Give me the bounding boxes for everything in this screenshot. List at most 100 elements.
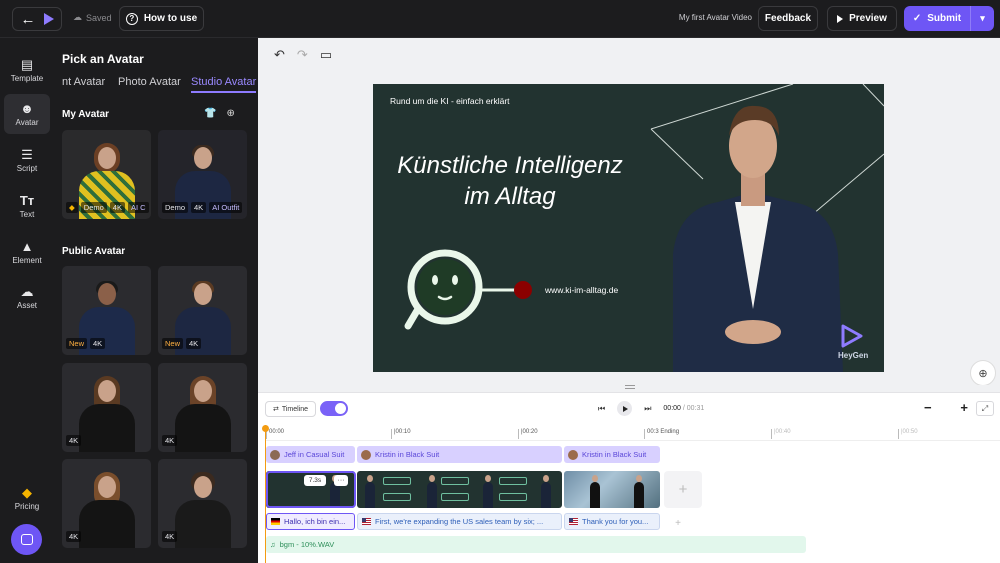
rail-item-script[interactable]: ☰ Script <box>4 140 50 180</box>
avatar-badges: 4K <box>162 435 178 446</box>
zoom-in-icon[interactable]: + <box>960 401 968 416</box>
slide-subtitle[interactable]: Rund um die KI - einfach erklärt <box>390 96 510 106</box>
rail-item-template[interactable]: ▤ Template <box>4 50 50 90</box>
avatar-card[interactable]: 4K <box>158 459 247 548</box>
how-to-use-button[interactable]: ? How to use <box>119 6 204 31</box>
avatar-figure <box>173 468 233 548</box>
script-track: Hallo, ich bin ein... First, we're expan… <box>266 513 660 530</box>
avatar-clip[interactable]: Kristin in Black Suit <box>564 446 660 463</box>
badge: 4K <box>66 531 82 542</box>
timeline-button[interactable]: ⇄ Timeline <box>265 401 316 417</box>
aspect-ratio-icon[interactable]: ▭ <box>320 47 332 63</box>
slide-url[interactable]: www.ki-im-alltag.de <box>545 285 618 295</box>
outfit-icon[interactable]: 👕 <box>204 108 216 119</box>
audio-clip[interactable]: ♫ bgm - 10%.WAV <box>266 536 806 553</box>
submit-dropdown-chevron-icon[interactable]: ▾ <box>970 6 994 31</box>
my-avatar-title: My Avatar <box>62 109 110 120</box>
time-ruler[interactable]: 00:00 |00:10 |00:20 00:3 Ending |00:40 |… <box>266 427 1000 441</box>
tab-photo-avatar[interactable]: Photo Avatar <box>118 76 181 88</box>
public-avatar-title: Public Avatar <box>62 246 126 257</box>
drag-handle-icon[interactable] <box>625 385 635 389</box>
resize-divider[interactable] <box>258 385 1000 392</box>
rail-item-asset[interactable]: ☁ Asset <box>4 277 50 317</box>
thumb-box <box>441 477 469 485</box>
heygen-watermark-text: HeyGen <box>838 351 869 360</box>
add-avatar-icon[interactable]: ⊕ <box>226 108 234 119</box>
diamond-icon: ◆ <box>66 202 78 213</box>
slide-heading-line1: Künstliche Intelligenz <box>397 152 623 179</box>
thumb-figure <box>541 475 551 508</box>
ki-logo-icon <box>404 249 532 330</box>
skip-back-icon[interactable]: ⏮ <box>598 404 605 414</box>
add-script-icon[interactable]: + <box>668 515 688 532</box>
avatar-card[interactable]: Demo 4K AI Outfit <box>158 130 247 219</box>
deco-line <box>812 153 884 215</box>
playhead[interactable] <box>262 425 269 563</box>
rail-item-element[interactable]: ▲ Element <box>4 232 50 272</box>
avatar-card[interactable]: New 4K <box>62 266 151 355</box>
timeline-toggle[interactable] <box>320 401 348 416</box>
presenter-figure <box>673 105 863 372</box>
audio-clip-label: bgm - 10%.WAV <box>279 540 335 549</box>
more-options-icon[interactable]: ··· <box>334 475 348 486</box>
rail-label: Pricing <box>14 501 40 511</box>
submit-button[interactable]: ✓ Submit ▾ <box>904 6 994 31</box>
avatar-card[interactable]: ◆ Demo 4K AI C <box>62 130 151 219</box>
expand-icon[interactable]: ⤢ <box>976 401 994 416</box>
video-slide[interactable]: Rund um die KI - einfach erklärt Künstli… <box>373 84 884 372</box>
rail-item-text[interactable]: Tт Text <box>4 186 50 226</box>
avatar-card[interactable]: New 4K <box>158 266 247 355</box>
rail-item-avatar[interactable]: ☻ Avatar <box>4 94 50 134</box>
preview-button[interactable]: Preview <box>827 6 897 31</box>
scene-thumbnail[interactable] <box>564 471 660 508</box>
canvas-area: ↶ ↷ ▭ Rund um die KI - einfach erklärt K… <box>258 38 1000 392</box>
zoom-in-icon[interactable]: ⊕ <box>970 360 996 386</box>
script-clip[interactable]: Thank you for you... <box>564 513 660 530</box>
feedback-button[interactable]: Feedback <box>758 6 818 31</box>
skip-forward-icon[interactable]: ⏭ <box>644 404 651 414</box>
badge: 4K <box>162 435 178 446</box>
script-clip-text: First, we're expanding the US sales team… <box>375 517 544 526</box>
undo-icon[interactable]: ↶ <box>274 47 285 63</box>
top-bar: ← ☁ Saved ? How to use My first Avatar V… <box>0 0 1000 38</box>
ruler-tick: |00:20 <box>518 429 538 439</box>
video-title[interactable]: My first Avatar Video <box>660 13 752 22</box>
chat-support-button[interactable] <box>11 524 42 555</box>
redo-icon[interactable]: ↷ <box>297 47 308 63</box>
script-clip-text: Thank you for you... <box>582 517 649 526</box>
avatar-icon: ☻ <box>20 100 34 116</box>
avatar-card[interactable]: 4K <box>62 459 151 548</box>
play-button[interactable] <box>617 401 633 416</box>
tab-studio-avatar[interactable]: Studio Avatar <box>191 76 257 93</box>
tab-instant-avatar[interactable]: nt Avatar <box>62 76 105 88</box>
panel-title: Pick an Avatar <box>62 52 144 66</box>
script-clip[interactable]: Hallo, ich bin ein... <box>266 513 355 530</box>
badge: 4K <box>66 435 82 446</box>
slide-heading-line2: im Alltag <box>464 183 556 210</box>
slide-heading[interactable]: Künstliche Intelligenz im Alltag <box>373 150 647 212</box>
submit-main[interactable]: ✓ Submit <box>904 13 970 24</box>
avatar-clip[interactable]: Jeff in Casual Suit <box>266 446 355 463</box>
back-button[interactable]: ← <box>12 7 62 31</box>
badge: 4K <box>109 202 125 213</box>
scene-duration[interactable]: 7.3s <box>304 475 326 486</box>
audio-track: ♫ bgm - 10%.WAV <box>266 536 806 553</box>
avatar-card[interactable]: 4K <box>158 363 247 452</box>
avatar-badges: Demo 4K AI Outfit <box>162 202 243 213</box>
avatar-track: Jeff in Casual Suit Kristin in Black Sui… <box>266 446 660 463</box>
avatar-badges: 4K <box>66 435 82 446</box>
timeline-zoom-controls: − + <box>924 401 968 416</box>
submit-label: Submit <box>927 13 962 24</box>
script-clip[interactable]: First, we're expanding the US sales team… <box>357 513 562 530</box>
zoom-out-icon[interactable]: − <box>924 401 932 416</box>
badge: New <box>162 338 184 349</box>
badge: AI Outfit <box>209 202 243 213</box>
rail-item-pricing[interactable]: ◆ Pricing <box>4 478 50 518</box>
help-icon: ? <box>125 12 138 25</box>
avatar-card[interactable]: 4K <box>62 363 151 452</box>
scene-thumbnail[interactable] <box>357 471 562 508</box>
add-scene-icon[interactable]: + <box>664 471 702 508</box>
heygen-logo-icon <box>43 13 54 25</box>
play-icon <box>622 405 628 412</box>
avatar-clip[interactable]: Kristin in Black Suit <box>357 446 562 463</box>
